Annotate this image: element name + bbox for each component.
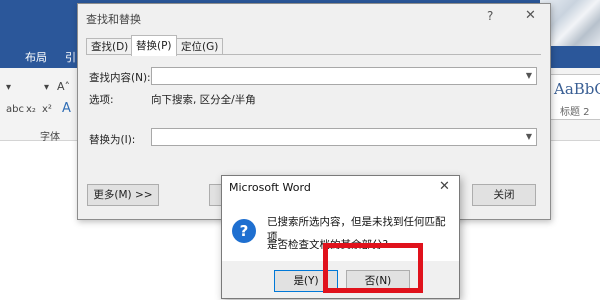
find-what-label: 查找内容(N): [89, 72, 151, 84]
superscript-icon[interactable]: x² [42, 104, 52, 115]
ribbon-tab-layout[interactable]: 布局 [25, 49, 47, 65]
find-what-input[interactable]: ▼ [151, 67, 537, 85]
chevron-down-icon[interactable]: ▼ [522, 129, 536, 145]
dialog-title: 查找和替换 [86, 13, 141, 26]
font-dropdown-arrow-icon[interactable]: ▾ [6, 82, 11, 93]
ribbon-tab-references[interactable]: 引 [65, 49, 76, 65]
font-group-label: 字体 [40, 132, 60, 143]
subscript-icon[interactable]: x₂ [26, 104, 36, 115]
close-icon[interactable]: ✕ [439, 179, 450, 194]
replace-with-label: 替换为(I): [89, 134, 136, 146]
replace-with-input[interactable]: ▼ [151, 128, 537, 146]
tab-replace[interactable]: 替换(P) [131, 35, 177, 56]
style-name-heading-2: 标题 2 [560, 107, 590, 118]
text-effects-icon[interactable]: A [62, 101, 71, 116]
grow-font-icon[interactable]: A˄ [57, 80, 70, 93]
tab-goto[interactable]: 定位(G) [176, 38, 224, 55]
help-icon[interactable]: ? [487, 9, 493, 23]
font-size-dropdown-icon[interactable]: ▾ [44, 82, 49, 93]
more-button[interactable]: 更多(M) >> [87, 184, 159, 206]
close-button[interactable]: 关闭 [472, 184, 536, 206]
question-icon: ? [232, 219, 256, 243]
strikethrough-icon[interactable]: abc [6, 104, 24, 115]
chevron-down-icon[interactable]: ▼ [522, 68, 536, 84]
message-box-title: Microsoft Word [229, 181, 311, 194]
style-sample-text: AaBbC [554, 80, 600, 98]
red-highlight-box [323, 243, 423, 293]
options-label: 选项: [89, 94, 114, 106]
options-value: 向下搜索, 区分全/半角 [151, 94, 256, 106]
tab-find[interactable]: 查找(D) [86, 38, 134, 55]
close-icon[interactable]: ✕ [525, 8, 536, 23]
